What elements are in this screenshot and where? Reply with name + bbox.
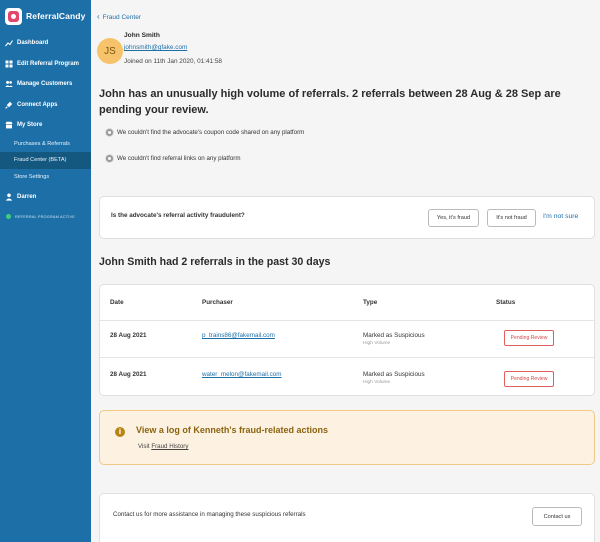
reason-item: We couldn't find the advocate's coupon c… [105,128,304,137]
reason-text: We couldn't find the advocate's coupon c… [117,129,305,136]
sidebar-subitem-store-settings[interactable]: Store Settings [0,169,91,186]
row-date: 28 Aug 2021 [110,371,147,378]
column-header-type: Type [363,299,378,306]
row-purchaser-link[interactable]: p_trains86@fakemail.com [202,332,275,339]
table-divider [100,357,594,358]
fraud-headline: John has an unusually high volume of ref… [99,88,561,116]
sidebar-item-my-store[interactable]: My Store [0,115,91,136]
chart-icon [5,39,13,47]
info-icon: i [115,427,125,437]
back-link-label: Fraud Center [102,13,141,21]
fraud-question-card: Is the advocate's referral activity frau… [99,196,595,239]
fraud-log-visit: Visit Fraud History [138,443,188,450]
row-type-sub: High Volume [363,341,391,346]
person-icon [5,193,13,201]
info-dot-icon [105,154,114,163]
sidebar-item-manage-customers[interactable]: Manage Customers [0,74,91,95]
sidebar-subitem-fraud-center[interactable]: Fraud Center (BETA) [0,152,91,169]
sidebar-item-label: Dashboard [17,40,49,47]
sidebar-item-label: Manage Customers [17,81,73,88]
reason-text: We couldn't find referral links on any p… [117,155,241,162]
contact-text: Contact us for more assistance in managi… [113,511,306,518]
info-dot-icon [105,128,114,137]
plug-icon [5,101,13,109]
advocate-name: John Smith [124,32,160,39]
row-date: 28 Aug 2021 [110,332,147,339]
status-badge[interactable]: Pending Review [504,371,554,387]
fraud-question: Is the advocate's referral activity frau… [111,212,245,219]
contact-card: Contact us for more assistance in managi… [99,493,595,542]
sidebar-item-label: Connect Apps [17,101,58,108]
brand[interactable]: ReferralCandy [0,2,91,30]
yes-fraud-button[interactable]: Yes, it's fraud [428,209,479,227]
sidebar-user-name: Darren [17,194,37,201]
sidebar: ReferralCandy Dashboard Edit Referral Pr… [0,0,91,542]
row-purchaser-link[interactable]: water_melon@fakemail.com [202,371,282,378]
not-sure-button[interactable]: I'm not sure [543,213,578,220]
not-fraud-button[interactable]: It's not fraud [487,209,536,227]
store-icon [5,121,13,129]
column-header-purchaser: Purchaser [202,299,233,306]
sidebar-subitem-purchases-referrals[interactable]: Purchases & Referrals [0,136,91,153]
sidebar-item-dashboard[interactable]: Dashboard [0,33,91,54]
program-status: REFERRAL PROGRAM ACTIVE [0,208,91,226]
column-header-date: Date [110,299,124,306]
referralcandy-logo-icon [5,7,22,25]
sidebar-item-edit-referral-program[interactable]: Edit Referral Program [0,54,91,75]
sidebar-item-user[interactable]: Darren [0,187,91,208]
referrals-section-title: John Smith had 2 referrals in the past 3… [99,256,331,268]
sidebar-nav: Dashboard Edit Referral Program Manage C… [0,33,91,226]
fraud-log-card: i View a log of Kenneth's fraud-related … [99,410,595,465]
row-type-sub: High Volume [363,380,391,385]
contact-us-button[interactable]: Contact us [532,507,582,526]
grid-icon [5,60,13,68]
fraud-log-title[interactable]: View a log of Kenneth's fraud-related ac… [136,425,328,435]
chevron-left-icon: ‹ [97,12,100,21]
fraud-history-link[interactable]: Fraud History [151,443,188,450]
visit-prefix: Visit [138,443,150,450]
brand-name: ReferralCandy [26,11,86,21]
advocate-joined-date: Joined on 11th Jan 2020, 01:41:58 [124,58,222,65]
row-type: Marked as Suspicious [363,371,425,378]
column-header-status: Status [496,299,516,306]
sidebar-item-label: Edit Referral Program [17,60,80,67]
referrals-table: Date Purchaser Type Status 28 Aug 2021 p… [99,284,595,396]
row-type: Marked as Suspicious [363,332,425,339]
sidebar-item-connect-apps[interactable]: Connect Apps [0,95,91,116]
sidebar-item-label: My Store [17,122,43,129]
status-dot-icon [6,214,11,219]
program-status-label: REFERRAL PROGRAM ACTIVE [15,214,75,219]
status-badge[interactable]: Pending Review [504,330,554,346]
avatar: JS [97,38,123,64]
users-icon [5,80,13,88]
main-content: ‹ Fraud Center JS John Smith johnsmith@g… [91,0,600,542]
reason-item: We couldn't find referral links on any p… [105,154,241,163]
back-to-fraud-center-link[interactable]: ‹ Fraud Center [97,13,141,21]
advocate-email-link[interactable]: johnsmith@gfake.com [124,44,187,51]
table-divider [100,320,594,321]
